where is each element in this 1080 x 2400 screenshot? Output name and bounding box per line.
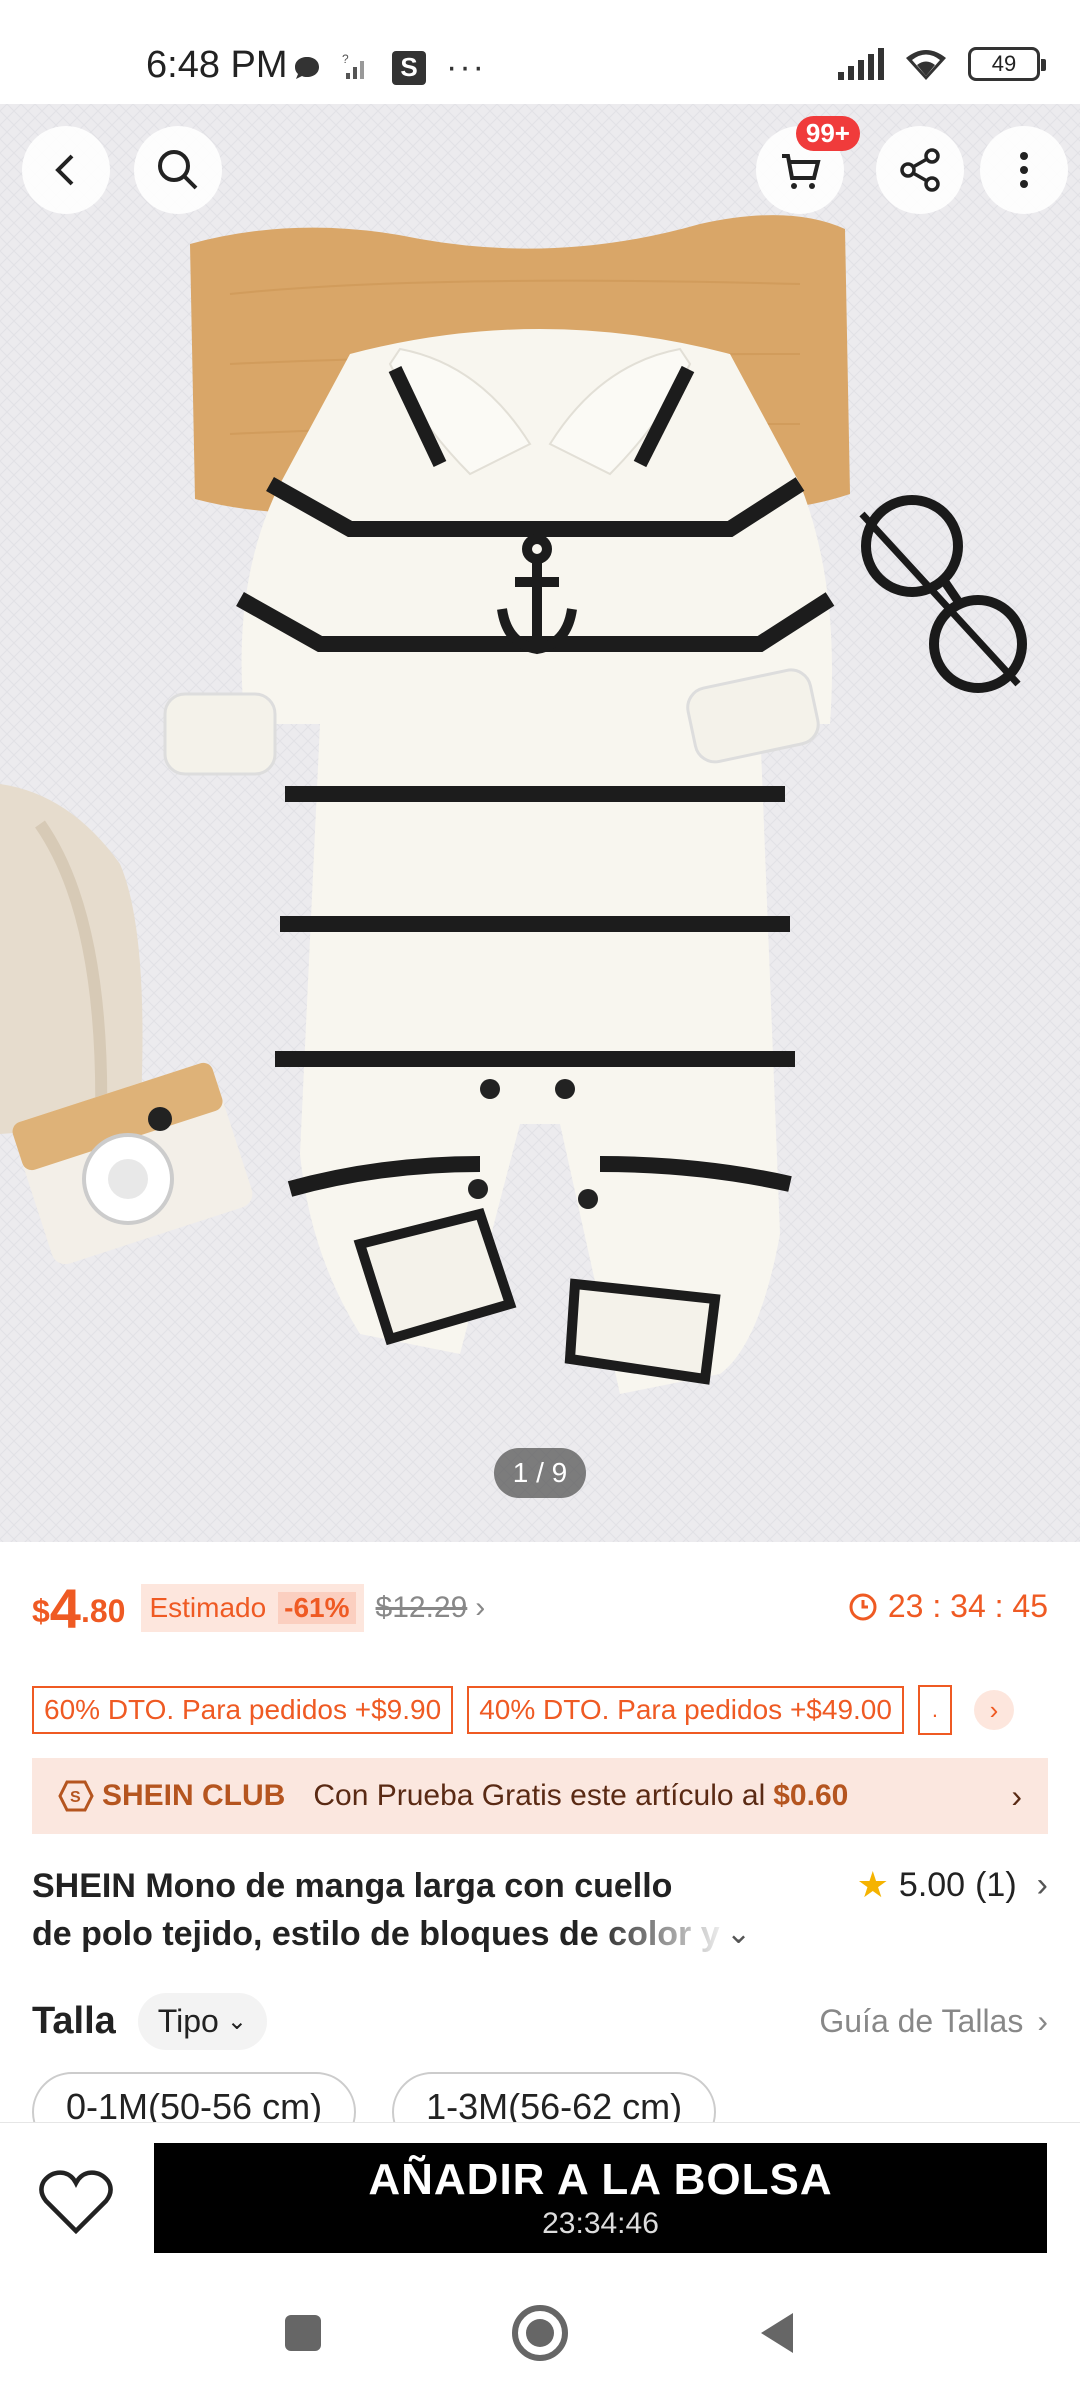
cart-icon — [782, 154, 821, 189]
heart-icon — [39, 2170, 113, 2235]
product-title[interactable]: SHEIN Mono de manga larga con cuello de … — [32, 1862, 732, 1958]
image-counter: 1 / 9 — [494, 1448, 586, 1498]
search-icon — [158, 150, 198, 190]
size-option[interactable]: 1-3M(56-62 cm) — [392, 2072, 717, 2122]
club-logo-text: SHEIN CLUB — [102, 1779, 286, 1812]
add-to-bag-label: AÑADIR A LA BOLSA — [368, 2155, 833, 2204]
wifi-icon — [906, 50, 946, 80]
signal-icon — [838, 48, 884, 80]
rating-summary[interactable]: ★ 5.00 (1) › — [857, 1864, 1048, 1906]
discount-percent: -61% — [278, 1592, 356, 1624]
cart-count-badge: 99+ — [795, 116, 860, 151]
promo-row: 60% DTO. Para pedidos +$9.90 40% DTO. Pa… — [32, 1685, 1048, 1735]
more-notifications-icon: ··· — [446, 48, 486, 86]
bottom-action-bar: AÑADIR A LA BOLSA 23:34:46 — [0, 2122, 1080, 2262]
promo-expand-icon[interactable]: › — [973, 1690, 1014, 1730]
chevron-right-icon: › — [1037, 2002, 1048, 2039]
back-arrow-icon — [55, 154, 74, 186]
size-guide-link[interactable]: Guía de Tallas › — [819, 2003, 1048, 2040]
search-button[interactable] — [134, 126, 222, 214]
promo-chip[interactable]: 40% DTO. Para pedidos +$49.00 — [467, 1686, 904, 1734]
status-system-icons: 49 — [836, 46, 1046, 82]
back-button[interactable] — [22, 126, 110, 214]
svg-text:?: ? — [342, 53, 349, 66]
chevron-right-icon: › — [1036, 1865, 1048, 1904]
product-photo — [0, 104, 1080, 1542]
status-notification-icons: ? S ··· — [292, 48, 486, 87]
original-price: $12.29 — [375, 1591, 468, 1624]
status-bar: 6:48 PM ? S ··· 49 — [0, 0, 1080, 104]
size-type-label: Tipo — [157, 2002, 219, 2039]
triangle-back-icon — [761, 2313, 793, 2353]
status-time: 6:48 PM — [146, 44, 288, 86]
estimate-badge[interactable]: Estimado -61% — [141, 1584, 364, 1632]
product-title-line1: SHEIN Mono de manga larga con cuello — [32, 1867, 673, 1905]
size-row: Talla Tipo ⌄ Guía de Tallas › — [32, 1990, 1048, 2052]
rating-value: 5.00 — [898, 1865, 966, 1904]
s-app-icon: S — [392, 50, 426, 85]
more-options-button[interactable] — [980, 126, 1068, 214]
add-to-bag-button[interactable]: AÑADIR A LA BOLSA 23:34:46 — [154, 2143, 1047, 2253]
clock-icon — [849, 1593, 877, 1620]
club-offer-text: Con Prueba Gratis este artículo al — [313, 1779, 766, 1812]
more-vertical-icon — [1020, 152, 1028, 188]
home-circle-icon — [512, 2305, 568, 2361]
promo-chip[interactable]: 60% DTO. Para pedidos +$9.90 — [32, 1686, 454, 1734]
battery-indicator: 49 — [968, 47, 1046, 81]
product-image-gallery[interactable]: 99+ 1 / 9 — [0, 104, 1080, 1542]
square-icon — [285, 2315, 321, 2351]
star-icon: ★ — [856, 1864, 889, 1905]
size-options: 0-1M(50-56 cm) 1-3M(56-62 cm) — [32, 2072, 1048, 2122]
estimate-label: Estimado — [149, 1592, 267, 1623]
club-price: $0.60 — [773, 1779, 849, 1812]
wishlist-button[interactable] — [36, 2163, 116, 2243]
product-title-line2: de polo tejido, estilo de bloques de col… — [32, 1915, 720, 1953]
price-decimal: .80 — [80, 1593, 126, 1629]
cart-button[interactable]: 99+ — [756, 116, 860, 214]
chevron-right-icon: › — [1011, 1777, 1022, 1814]
countdown-timer: 23 : 34 : 45 — [848, 1588, 1048, 1625]
size-label: Talla — [32, 1999, 116, 2042]
size-type-dropdown[interactable]: Tipo ⌄ — [137, 1992, 267, 2050]
back-nav-button[interactable] — [742, 2298, 812, 2368]
chevron-right-icon[interactable]: › — [475, 1591, 485, 1625]
price-row: $ 4 .80 Estimado -61% $12.29 › 23 : 34 :… — [32, 1577, 1048, 1640]
svg-text:S: S — [70, 1789, 81, 1806]
shein-club-logo: S SHEIN CLUB — [58, 1779, 285, 1813]
chevron-down-icon: ⌄ — [226, 2007, 247, 2035]
timer-text: 23 : 34 : 45 — [887, 1588, 1048, 1624]
add-to-bag-timer: 23:34:46 — [542, 2207, 659, 2240]
share-button[interactable] — [876, 126, 964, 214]
chat-bubble-icon — [295, 56, 319, 79]
share-icon — [900, 148, 940, 192]
shein-club-banner[interactable]: S SHEIN CLUB Con Prueba Gratis este artí… — [32, 1758, 1048, 1834]
promo-chip-more[interactable]: . — [917, 1685, 952, 1735]
club-badge-icon: S — [58, 1780, 94, 1812]
home-button[interactable] — [505, 2298, 575, 2368]
size-option[interactable]: 0-1M(50-56 cm) — [32, 2072, 357, 2122]
price-currency: $ — [32, 1593, 50, 1629]
recent-apps-button[interactable] — [268, 2298, 338, 2368]
rating-count: (1) — [975, 1865, 1017, 1904]
expand-title-icon[interactable]: ⌄ — [726, 1916, 751, 1951]
size-guide-label: Guía de Tallas — [819, 2002, 1024, 2039]
no-signal-icon: ? — [342, 53, 364, 79]
price-integer: 4 — [49, 1576, 81, 1640]
system-navigation-bar — [0, 2262, 1080, 2400]
